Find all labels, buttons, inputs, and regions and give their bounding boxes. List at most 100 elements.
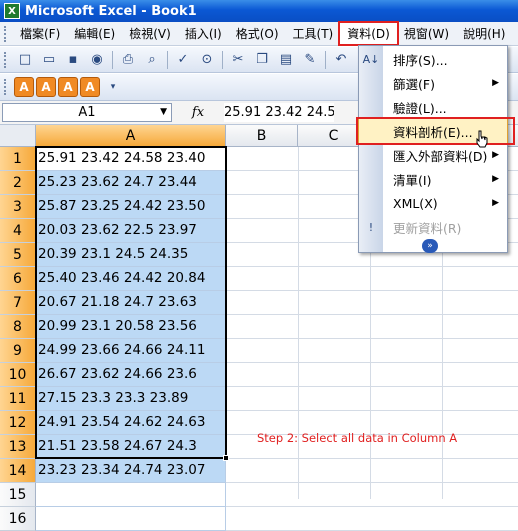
formula-input[interactable]: 25.91 23.42 24.58 23.40 [224,103,334,122]
fx-icon[interactable]: fx [172,105,224,120]
row-header[interactable]: 15 [0,483,36,507]
row-header[interactable]: 6 [0,267,36,291]
menu-item-xml[interactable]: XML(X) ▶ [359,191,507,215]
cell-a[interactable]: 23.23 23.34 24.74 23.07 [36,459,226,483]
submenu-arrow-icon: ▶ [492,198,499,208]
instruction-annotation: Step 2: Select all data in Column A [257,431,458,445]
cut-icon[interactable]: ✂ [228,50,248,70]
menu-file[interactable]: 檔案(F) [13,23,67,44]
menu-item-label: 匯入外部資料(D) [393,148,488,164]
row-header[interactable]: 1 [0,147,36,171]
cell-a[interactable]: 25.87 23.25 24.42 23.50 [36,195,226,219]
fill-handle[interactable] [223,455,229,461]
cell-a[interactable]: 25.23 23.62 24.7 23.44 [36,171,226,195]
toolbar-grip-icon[interactable] [4,51,7,68]
paste-icon[interactable]: ▤ [276,50,296,70]
row-header[interactable]: 9 [0,339,36,363]
copy-icon[interactable]: ❐ [252,50,272,70]
menu-item-list[interactable]: 清單(I) ▶ [359,167,507,191]
undo-icon[interactable]: ↶ [331,50,351,70]
cell-a[interactable]: 20.99 23.1 20.58 23.56 [36,315,226,339]
toolbar-options-icon[interactable]: ▾ [103,77,123,97]
pdf-review-icon[interactable]: A [58,77,78,97]
permission-icon[interactable]: ◉ [87,50,107,70]
cell-a[interactable]: 25.40 23.46 24.42 20.84 [36,267,226,291]
toolbar-separator [222,50,223,69]
menu-item-refresh-data: ! 更新資料(R) [359,215,507,239]
gridline [226,266,518,267]
row-header[interactable]: 2 [0,171,36,195]
format-painter-icon[interactable]: ✎ [300,50,320,70]
window-title: Microsoft Excel - Book1 [25,3,197,19]
menu-view[interactable]: 檢視(V) [122,23,178,44]
title-bar: X Microsoft Excel - Book1 [0,0,518,22]
research-icon[interactable]: ⊙ [197,50,217,70]
cell-a[interactable]: 20.67 21.18 24.7 23.63 [36,291,226,315]
gridline [298,147,299,499]
menu-item-label: 篩選(F) [393,76,435,92]
cell-a[interactable]: 25.91 23.42 24.58 23.40 [36,147,226,171]
submenu-arrow-icon: ▶ [492,174,499,184]
pdf-options-icon[interactable]: A [80,77,100,97]
excel-icon: X [4,3,20,19]
menu-item-sort[interactable]: A↓ 排序(S)... [359,47,507,71]
row-header[interactable]: 4 [0,219,36,243]
pdf-mail-icon[interactable]: A [36,77,56,97]
column-header-a[interactable]: A [36,125,226,147]
cell-a[interactable]: 26.67 23.62 24.66 23.6 [36,363,226,387]
row-header[interactable]: 13 [0,435,36,459]
menu-item-validation[interactable]: 驗證(L)... [359,95,507,119]
name-box[interactable]: A1 ▼ [2,103,172,122]
toolbar-separator [112,50,113,69]
gridline [226,482,518,483]
row-header[interactable]: 11 [0,387,36,411]
menu-item-label: 清單(I) [393,172,432,188]
cell-a[interactable] [36,483,226,507]
menu-help[interactable]: 說明(H) [456,23,512,44]
cell-a[interactable]: 24.99 23.66 24.66 24.11 [36,339,226,363]
menu-item-filter[interactable]: 篩選(F) ▶ [359,71,507,95]
save-icon[interactable]: ▪ [63,50,83,70]
menu-item-label: 更新資料(R) [393,220,462,236]
toolbar-grip-icon[interactable] [4,79,7,95]
menu-insert[interactable]: 插入(I) [178,23,229,44]
row-header[interactable]: 16 [0,507,36,531]
pdf-convert-icon[interactable]: A [14,77,34,97]
chevron-down-icon[interactable]: ▼ [160,107,167,117]
menu-window[interactable]: 視窗(W) [397,23,456,44]
cell-a[interactable]: 21.51 23.58 24.67 24.3 [36,435,226,459]
row-header[interactable]: 5 [0,243,36,267]
column-header-b[interactable]: B [226,125,298,147]
cell-a[interactable]: 20.39 23.1 24.5 24.35 [36,243,226,267]
gridline [226,290,518,291]
open-icon[interactable]: ▭ [39,50,59,70]
menu-format[interactable]: 格式(O) [229,23,286,44]
row-header[interactable]: 3 [0,195,36,219]
row-header[interactable]: 10 [0,363,36,387]
select-all-corner[interactable] [0,125,36,147]
row-header[interactable]: 8 [0,315,36,339]
expand-chevrons-icon[interactable]: » [422,239,438,253]
name-box-value: A1 [78,105,96,120]
menu-item-label: 排序(S)... [393,52,448,68]
menu-edit[interactable]: 編輯(E) [67,23,122,44]
menu-data[interactable]: 資料(D) [338,21,399,46]
print-icon[interactable]: ⎙ [118,50,138,70]
toolbar-separator [325,50,326,69]
menu-tools[interactable]: 工具(T) [286,23,341,44]
mouse-cursor-icon [474,130,488,154]
row-header[interactable]: 12 [0,411,36,435]
gridline [226,338,518,339]
row-header[interactable]: 14 [0,459,36,483]
cell-a[interactable]: 20.03 23.62 22.5 23.97 [36,219,226,243]
print-preview-icon[interactable]: ⌕ [142,50,162,70]
row-header[interactable]: 7 [0,291,36,315]
cell-a[interactable]: 27.15 23.3 23.3 23.89 [36,387,226,411]
gridline [226,386,518,387]
spelling-icon[interactable]: ✓ [173,50,193,70]
menu-grip-icon[interactable] [4,25,7,42]
cell-a[interactable]: 24.91 23.54 24.62 24.63 [36,411,226,435]
toolbar-separator [167,50,168,69]
cell-a[interactable] [36,507,226,531]
new-icon[interactable]: □ [15,50,35,70]
